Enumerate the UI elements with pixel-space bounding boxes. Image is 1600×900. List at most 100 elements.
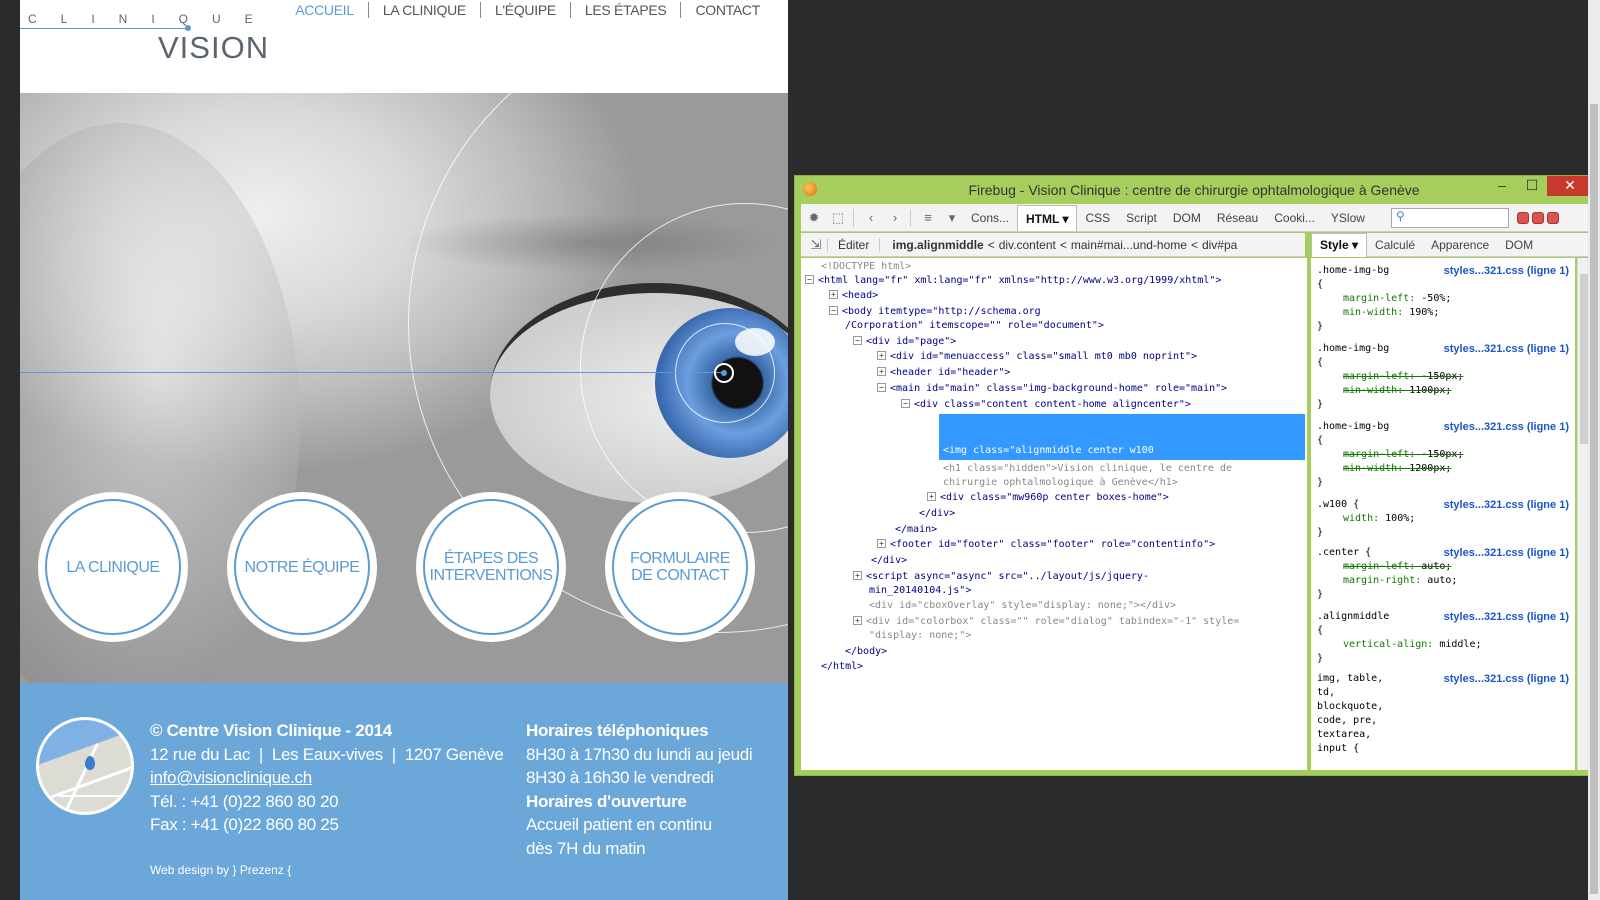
expand-icon[interactable]: +: [927, 492, 936, 501]
web-design-credit[interactable]: Web design by } Prezenz {: [150, 863, 291, 877]
tab-cookies[interactable]: Cooki...: [1266, 205, 1323, 231]
minimize-button[interactable]: –: [1487, 176, 1517, 196]
minimize-panel-icon[interactable]: [1516, 211, 1529, 224]
css-declaration-overridden[interactable]: margin-left: auto;: [1317, 560, 1569, 574]
inspect-icon[interactable]: ⬚: [827, 207, 849, 229]
collapse-icon[interactable]: −: [853, 336, 862, 345]
collapse-icon[interactable]: −: [901, 399, 910, 408]
css-declaration-overridden[interactable]: min-width: 1200px;: [1317, 462, 1569, 476]
expand-icon[interactable]: +: [877, 539, 886, 548]
html-node[interactable]: − <body itemtype="http://schema.org: [829, 305, 1041, 319]
crumb-item[interactable]: img.alignmiddle: [888, 238, 987, 252]
list-icon[interactable]: ≡: [917, 207, 939, 229]
nav-la-clinique[interactable]: LA CLINIQUE: [367, 2, 480, 18]
tab-console[interactable]: Cons...: [963, 205, 1017, 231]
bubble-notre-equipe[interactable]: NOTRE ÉQUIPE: [227, 492, 377, 642]
footer-email-link[interactable]: info@visionclinique.ch: [150, 768, 312, 787]
nav-equipe[interactable]: L'ÉQUIPE: [479, 2, 570, 18]
rule-source-link[interactable]: styles...321.css (ligne 1): [1444, 342, 1569, 356]
tab-css[interactable]: CSS: [1077, 205, 1118, 231]
css-declaration-overridden[interactable]: margin-left: -150px;: [1317, 448, 1569, 462]
crumb-item[interactable]: main#mai...und-home: [1067, 238, 1191, 252]
brace: }: [1317, 527, 1324, 538]
dropdown-icon[interactable]: ▾: [941, 207, 963, 229]
tab-style[interactable]: Style ▾: [1311, 232, 1368, 257]
expand-icon[interactable]: +: [853, 571, 862, 580]
css-declaration-overridden[interactable]: min-width: 1100px;: [1317, 384, 1569, 398]
tab-html[interactable]: HTML ▾: [1017, 204, 1078, 231]
logo-title[interactable]: VISION: [158, 30, 269, 66]
detach-panel-icon[interactable]: [1531, 211, 1544, 224]
html-node[interactable]: <!DOCTYPE html>: [821, 260, 911, 274]
tab-calcule[interactable]: Calculé: [1367, 238, 1423, 252]
html-node[interactable]: + <div id="menuaccess" class="small mt0 m…: [877, 350, 1197, 364]
css-declaration[interactable]: width: 100%;: [1317, 512, 1569, 526]
html-node[interactable]: + <head>: [829, 289, 878, 303]
css-declaration[interactable]: min-width: 190%;: [1317, 306, 1569, 320]
rule-source-link[interactable]: styles...321.css (ligne 1): [1444, 498, 1569, 512]
rule-source-link[interactable]: styles...321.css (ligne 1): [1444, 264, 1569, 278]
forward-arrow-icon[interactable]: ›: [884, 207, 906, 229]
css-declaration[interactable]: vertical-align: middle;: [1317, 638, 1569, 652]
browser-scrollbar[interactable]: [1588, 0, 1600, 900]
map-thumbnail[interactable]: [36, 717, 134, 815]
collapse-icon[interactable]: −: [805, 275, 814, 284]
website-page: CLINIQUE VISION ACCUEIL LA CLINIQUE L'ÉQ…: [20, 0, 788, 900]
nav-accueil[interactable]: ACCUEIL: [281, 2, 368, 18]
bubble-etapes[interactable]: ÉTAPES DES INTERVENTIONS: [416, 492, 566, 642]
bubble-la-clinique[interactable]: LA CLINIQUE: [38, 492, 188, 642]
expand-icon[interactable]: +: [829, 290, 838, 299]
html-node[interactable]: − <main id="main" class="img-background-h…: [877, 382, 1227, 396]
crumb-separator: <: [1059, 237, 1067, 252]
expand-panel-icon[interactable]: ⇲: [805, 234, 827, 256]
firebug-titlebar[interactable]: Firebug - Vision Clinique : centre de ch…: [795, 176, 1593, 204]
search-input[interactable]: ⚲: [1390, 207, 1509, 228]
collapse-icon[interactable]: −: [877, 383, 886, 392]
html-node[interactable]: + <div id="colorbox" class="" role="dialo…: [853, 615, 1239, 629]
html-node[interactable]: + <div class="mw960p center boxes-home">: [927, 491, 1169, 505]
close-button[interactable]: ✕: [1547, 176, 1593, 196]
firebug-menu-icon[interactable]: ✹: [803, 207, 825, 229]
html-node[interactable]: + <script async="async" src="../layout/js…: [853, 570, 1149, 584]
crumb-item[interactable]: div.content: [995, 238, 1060, 252]
crumb-item[interactable]: div#pa: [1198, 238, 1241, 252]
bubble-contact[interactable]: FORMULAIRE DE CONTACT: [605, 492, 755, 642]
map-road: [59, 795, 129, 797]
tab-dom[interactable]: DOM: [1165, 205, 1209, 231]
tab-side-dom[interactable]: DOM: [1497, 238, 1541, 252]
edit-button[interactable]: Éditer: [827, 237, 881, 252]
tab-script[interactable]: Script: [1118, 205, 1165, 231]
close-panel-icon[interactable]: [1546, 211, 1559, 224]
html-node[interactable]: − <div id="page">: [853, 335, 956, 349]
collapse-icon[interactable]: −: [829, 306, 838, 315]
rule-source-link[interactable]: styles...321.css (ligne 1): [1444, 546, 1569, 560]
tab-yslow[interactable]: YSlow: [1323, 205, 1373, 231]
css-declaration-overridden[interactable]: margin-left: -150px;: [1317, 370, 1569, 384]
back-arrow-icon[interactable]: ‹: [860, 207, 882, 229]
rule-source-link[interactable]: styles...321.css (ligne 1): [1444, 672, 1569, 686]
scrollbar-thumb[interactable]: [1580, 274, 1588, 444]
expand-icon[interactable]: +: [877, 351, 886, 360]
html-node[interactable]: − <div class="content content-home alignc…: [901, 398, 1191, 412]
css-declaration[interactable]: margin-left: -50%;: [1317, 292, 1569, 306]
html-node[interactable]: − <html lang="fr" xml:lang="fr" xmlns="ht…: [805, 274, 1221, 288]
nav-etapes[interactable]: LES ÉTAPES: [569, 2, 681, 18]
tab-reseau[interactable]: Réseau: [1209, 205, 1266, 231]
expand-icon[interactable]: +: [877, 367, 886, 376]
html-node: </div>: [919, 508, 956, 519]
brace: {: [1317, 279, 1324, 290]
rule-source-link[interactable]: styles...321.css (ligne 1): [1444, 420, 1569, 434]
html-node[interactable]: + <footer id="footer" class="footer" role…: [877, 538, 1215, 552]
expand-icon[interactable]: +: [853, 616, 862, 625]
selected-img-node[interactable]: <img class="alignmiddle center w100 home…: [939, 414, 1305, 540]
tab-apparence[interactable]: Apparence: [1423, 238, 1497, 252]
css-rule: .home-img-bg styles...321.css (ligne 1) …: [1317, 342, 1569, 412]
css-declaration[interactable]: margin-right: auto;: [1317, 574, 1569, 588]
html-node[interactable]: <div id="cboxOverlay" style="display: no…: [869, 599, 1176, 613]
nav-contact[interactable]: CONTACT: [680, 2, 774, 18]
html-node[interactable]: + <header id="header">: [877, 366, 1010, 380]
scrollbar-thumb[interactable]: [1590, 104, 1598, 894]
maximize-button[interactable]: ☐: [1517, 176, 1547, 196]
html-node[interactable]: <h1 class="hidden">Vision clinique, le c…: [943, 462, 1232, 476]
rule-source-link[interactable]: styles...321.css (ligne 1): [1444, 610, 1569, 624]
